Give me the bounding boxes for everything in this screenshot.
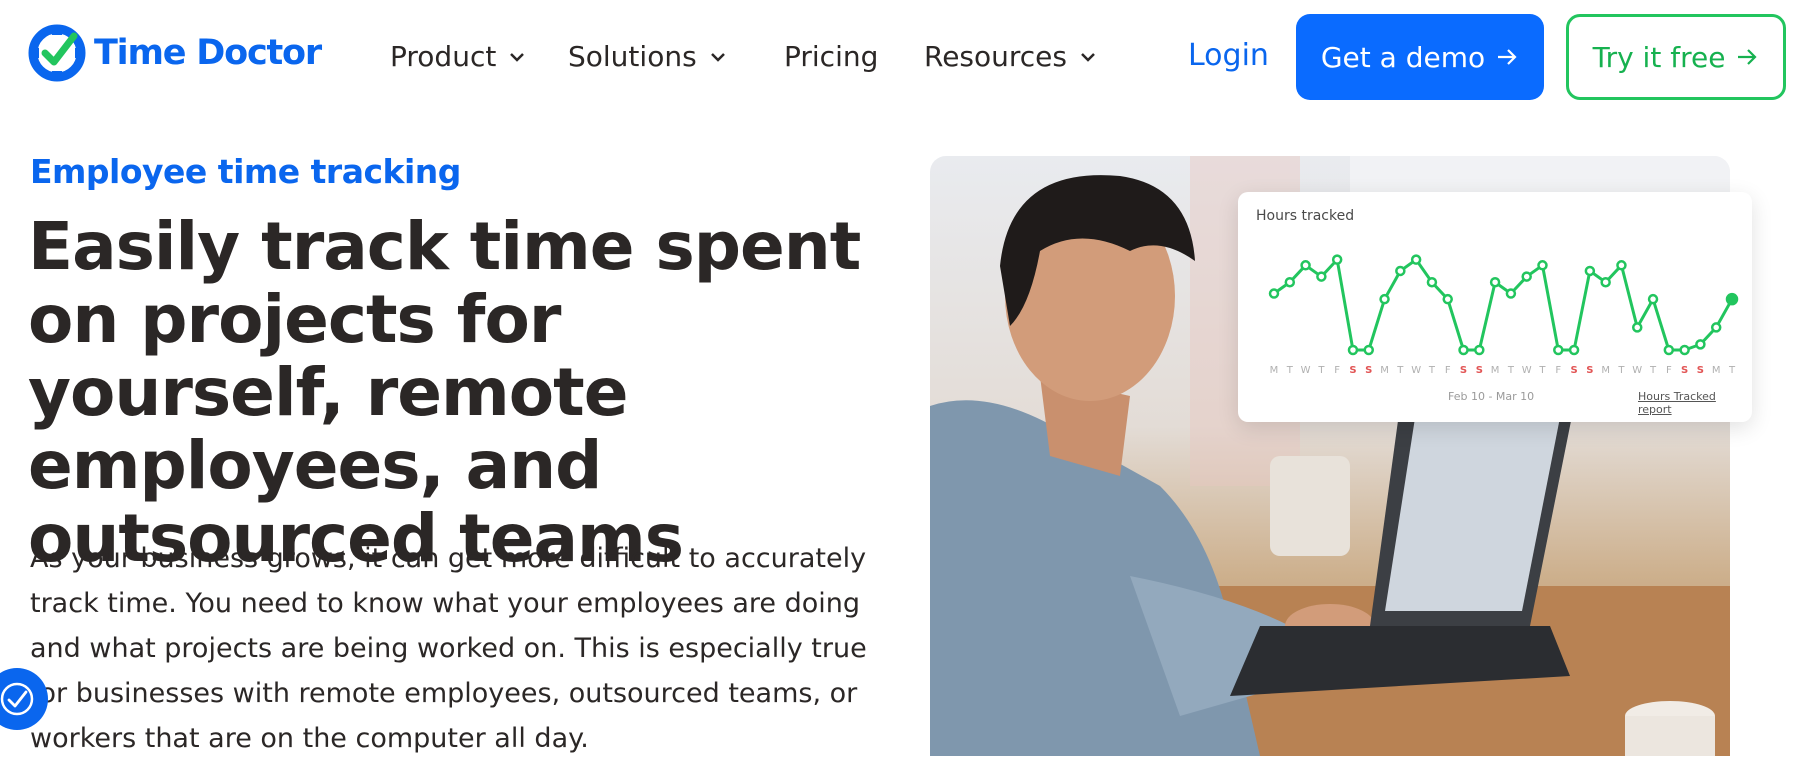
card-date-range: Feb 10 - Mar 10 (1448, 390, 1535, 403)
x-tick-label: M (1712, 365, 1721, 376)
data-point (1331, 254, 1343, 265)
hours-tracked-card: Hours tracked MTWTFSSMTWTFSSMTWTFSSMTWTF… (1238, 192, 1752, 422)
hours-tracked-report-link[interactable]: Hours Tracked report (1638, 390, 1752, 416)
x-tick-label: T (1728, 365, 1736, 376)
accessibility-icon (0, 682, 34, 716)
data-point (1442, 293, 1453, 305)
hero-headline: Easily track time spent on projects for … (28, 208, 861, 577)
x-tick-label: F (1666, 365, 1672, 376)
data-point (1379, 293, 1390, 305)
try-it-free-button[interactable]: Try it free (1566, 14, 1786, 100)
data-point (1300, 260, 1311, 271)
nav-label: Product (390, 40, 497, 73)
x-tick-label: F (1334, 365, 1340, 376)
x-tick-label: T (1649, 365, 1657, 376)
nav-label: Solutions (568, 40, 697, 73)
get-a-demo-button[interactable]: Get a demo (1296, 14, 1544, 100)
data-point (1679, 344, 1690, 356)
data-point (1631, 322, 1643, 333)
data-point (1316, 271, 1327, 282)
chevron-down-icon (510, 52, 525, 62)
hours-tracked-chart: MTWTFSSMTWTFSSMTWTFSSMTWTFSSMT (1268, 254, 1739, 376)
x-tick-label: T (1428, 365, 1436, 376)
x-tick-label: M (1491, 365, 1500, 376)
x-tick-label: T (1538, 365, 1546, 376)
get-a-demo-label: Get a demo (1320, 40, 1486, 74)
arrow-right-icon (1738, 49, 1757, 65)
data-point (1410, 254, 1422, 265)
data-point (1725, 292, 1739, 306)
x-tick-label: S (1349, 365, 1356, 376)
data-point (1395, 265, 1406, 277)
time-doctor-logo-icon (28, 24, 86, 82)
data-point (1505, 288, 1517, 299)
x-tick-label: M (1601, 365, 1610, 376)
hero-body: As your business grows, it can get more … (30, 543, 867, 754)
x-tick-label: W (1522, 365, 1532, 376)
data-point (1537, 260, 1548, 271)
nav-product[interactable]: Product (390, 40, 526, 73)
x-tick-label: S (1570, 365, 1577, 376)
x-tick-label: T (1317, 365, 1325, 376)
nav-resources[interactable]: Resources (924, 40, 1097, 73)
data-point (1584, 265, 1596, 277)
x-tick-label: S (1586, 365, 1593, 376)
x-tick-label: W (1411, 365, 1421, 376)
x-tick-label: M (1270, 365, 1279, 376)
try-it-free-label: Try it free (1592, 40, 1726, 74)
x-tick-label: S (1365, 365, 1372, 376)
data-point (1553, 344, 1564, 356)
chevron-down-icon (710, 52, 725, 62)
data-point (1663, 344, 1675, 356)
data-point (1426, 276, 1438, 288)
x-tick-label: W (1632, 365, 1642, 376)
x-tick-label: S (1460, 365, 1467, 376)
chevron-down-icon (1081, 52, 1095, 62)
data-point (1521, 271, 1532, 282)
data-point (1458, 344, 1469, 356)
data-point (1710, 322, 1722, 333)
data-point (1600, 276, 1611, 288)
x-tick-label: T (1286, 365, 1294, 376)
data-point (1568, 344, 1580, 356)
data-point (1474, 344, 1485, 356)
arrow-right-icon (1498, 49, 1517, 65)
nav-label: Pricing (784, 40, 879, 73)
hero-eyebrow: Employee time tracking (30, 152, 461, 191)
data-point (1616, 260, 1627, 271)
x-tick-label: T (1396, 365, 1404, 376)
series-line (1273, 258, 1734, 352)
x-tick-label: S (1476, 365, 1483, 376)
data-point (1695, 339, 1706, 350)
data-point (1284, 276, 1296, 288)
data-point (1268, 288, 1280, 299)
x-tick-label: T (1507, 365, 1515, 376)
nav-solutions[interactable]: Solutions (568, 40, 727, 73)
x-tick-label: S (1681, 365, 1688, 376)
x-tick-label: W (1301, 365, 1311, 376)
data-point (1347, 344, 1359, 356)
data-point (1489, 276, 1501, 288)
logo[interactable]: Time Doctor (28, 24, 322, 82)
logo-text: Time Doctor (94, 33, 322, 73)
x-tick-label: T (1617, 365, 1625, 376)
nav-label: Resources (924, 40, 1067, 73)
x-tick-label: F (1445, 365, 1451, 376)
x-tick-label: F (1555, 365, 1561, 376)
x-tick-label: S (1697, 365, 1704, 376)
x-tick-label: M (1380, 365, 1389, 376)
login-link[interactable]: Login (1188, 38, 1269, 73)
nav-pricing[interactable]: Pricing (784, 40, 878, 73)
data-point (1363, 344, 1375, 356)
data-point (1647, 293, 1659, 305)
